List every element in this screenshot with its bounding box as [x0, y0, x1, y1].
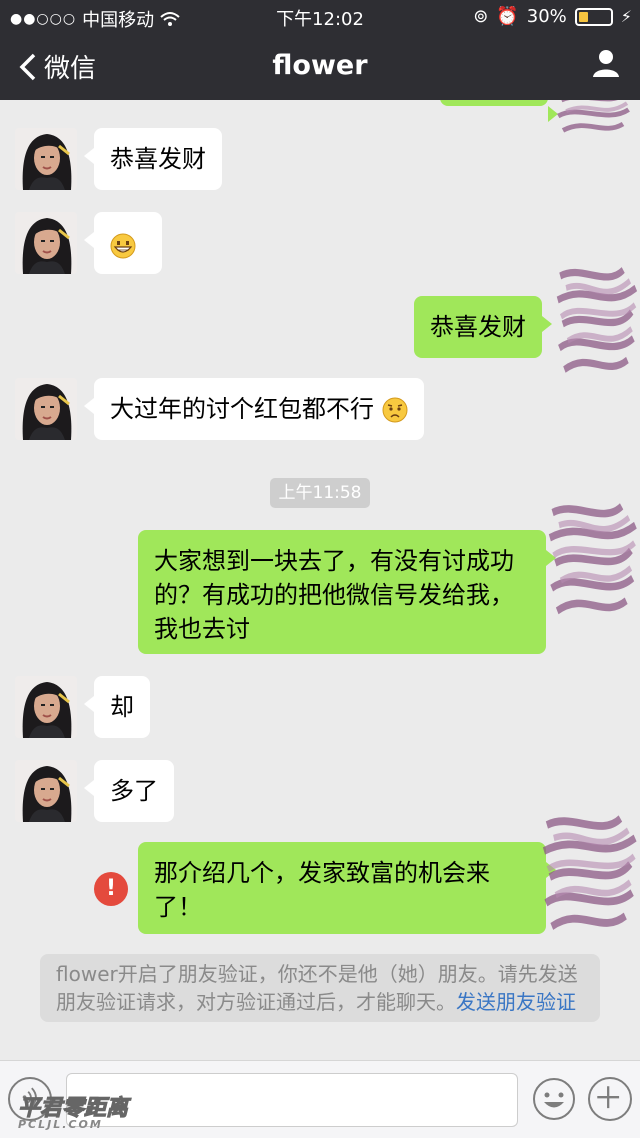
message-text: 恭喜发财: [110, 145, 206, 173]
orientation-lock-icon: ⊚: [473, 6, 489, 27]
message-bubble[interactable]: 大过年的讨个红包都不行: [84, 378, 424, 440]
message-bubble[interactable]: 大家想到一块去了，有没有讨成功的？有成功的把他微信号发给我，我也去讨: [138, 530, 556, 654]
message-bubble[interactable]: 多了: [84, 760, 174, 822]
message-timestamp: 上午11:58: [270, 478, 370, 508]
friend-verification-notice: flower开启了朋友验证，你还不是他（她）朋友。请先发送朋友验证请求，对方验证…: [40, 954, 600, 1022]
redaction-scribble: [548, 500, 640, 626]
contact-avatar[interactable]: [15, 378, 77, 440]
message-input[interactable]: [66, 1073, 518, 1127]
message-bubble-partial: [440, 100, 558, 122]
sad-face-icon: [382, 397, 408, 423]
chat-title: flower: [272, 50, 368, 81]
contact-avatar[interactable]: [15, 760, 77, 822]
message-text: 却: [110, 693, 134, 721]
plus-icon: [597, 1086, 620, 1109]
send-friend-request-link[interactable]: 发送朋友验证: [456, 990, 576, 1014]
message-text: 大家想到一块去了，有没有讨成功的？有成功的把他微信号发给我，我也去讨: [154, 547, 514, 643]
status-bar: ●●○○○ 中国移动 下午12:02 ⊚ ⏰ 30% ⚡: [0, 0, 640, 34]
message-text: 恭喜发财: [430, 313, 526, 341]
grinning-face-icon: [110, 233, 136, 259]
message-list[interactable]: 恭喜发财 恭喜发财 大过年的讨个红包都不行 上午11:58 大家想到一块去了，有…: [0, 100, 640, 1060]
redaction-scribble: [556, 264, 640, 384]
emoji-button[interactable]: [532, 1077, 576, 1121]
contact-avatar[interactable]: [15, 212, 77, 274]
message-bubble[interactable]: 却: [84, 676, 150, 738]
message-text: 那介绍几个，发家致富的机会来了！: [154, 859, 490, 921]
message-bubble[interactable]: [84, 212, 162, 274]
battery-percent: 30%: [526, 6, 567, 27]
nav-bar: 微信 flower: [0, 34, 640, 100]
charging-icon: ⚡: [620, 7, 632, 26]
message-bubble[interactable]: 那介绍几个，发家致富的机会来了！: [138, 842, 556, 934]
contact-profile-icon[interactable]: [592, 48, 620, 78]
message-text: 大过年的讨个红包都不行: [110, 395, 374, 423]
alarm-icon: ⏰: [496, 6, 519, 27]
send-failed-icon[interactable]: !: [94, 872, 128, 906]
more-options-button[interactable]: [588, 1077, 632, 1121]
battery-icon: [574, 7, 613, 26]
redaction-scribble: [542, 812, 640, 942]
contact-avatar[interactable]: [15, 128, 77, 190]
message-bubble[interactable]: 恭喜发财: [84, 128, 222, 190]
contact-avatar[interactable]: [15, 676, 77, 738]
chat-header: ●●○○○ 中国移动 下午12:02 ⊚ ⏰ 30% ⚡ 微信 flower: [0, 0, 640, 100]
message-bubble[interactable]: 恭喜发财: [414, 296, 552, 358]
site-watermark: 平君零距离 PCLJL.COM: [17, 1090, 128, 1132]
redaction-scribble: [550, 100, 640, 140]
message-text: 多了: [110, 777, 158, 805]
